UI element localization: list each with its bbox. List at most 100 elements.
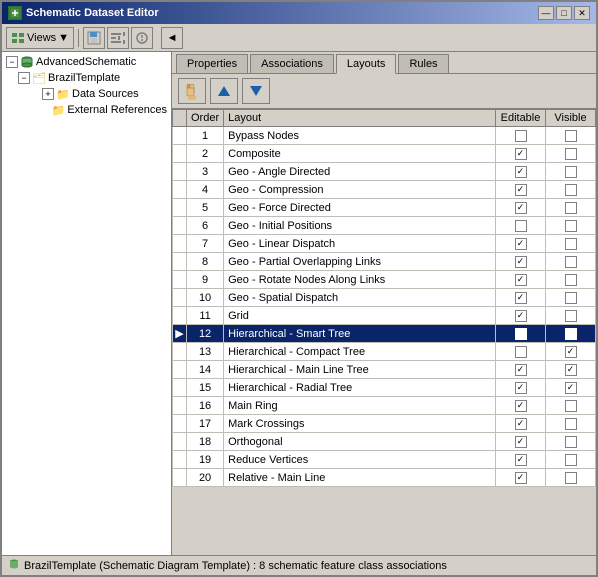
visible-checkbox[interactable] — [565, 202, 577, 214]
row-visible-cell[interactable] — [546, 415, 596, 433]
row-visible-cell[interactable] — [546, 145, 596, 163]
visible-checkbox[interactable] — [565, 274, 577, 286]
tab-rules[interactable]: Rules — [398, 54, 448, 73]
visible-checkbox[interactable] — [565, 238, 577, 250]
row-editable-cell[interactable] — [496, 343, 546, 361]
row-editable-cell[interactable] — [496, 415, 546, 433]
editable-checkbox[interactable] — [515, 310, 527, 322]
row-visible-cell[interactable] — [546, 217, 596, 235]
row-visible-cell[interactable] — [546, 163, 596, 181]
table-row[interactable]: 20Relative - Main Line — [173, 469, 596, 487]
table-row[interactable]: 16Main Ring — [173, 397, 596, 415]
row-editable-cell[interactable] — [496, 145, 546, 163]
row-visible-cell[interactable] — [546, 469, 596, 487]
row-visible-cell[interactable] — [546, 307, 596, 325]
layout-hand-button[interactable] — [178, 78, 206, 104]
row-editable-cell[interactable] — [496, 127, 546, 145]
row-visible-cell[interactable] — [546, 397, 596, 415]
close-button[interactable]: ✕ — [574, 6, 590, 20]
table-row[interactable]: 4Geo - Compression — [173, 181, 596, 199]
row-visible-cell[interactable] — [546, 235, 596, 253]
table-row[interactable]: 17Mark Crossings — [173, 415, 596, 433]
editable-checkbox[interactable] — [515, 220, 527, 232]
expand-root[interactable]: − — [6, 56, 18, 68]
visible-checkbox[interactable] — [565, 328, 577, 340]
table-row[interactable]: 1Bypass Nodes — [173, 127, 596, 145]
table-row[interactable]: 18Orthogonal — [173, 433, 596, 451]
row-visible-cell[interactable] — [546, 253, 596, 271]
table-row[interactable]: 7Geo - Linear Dispatch — [173, 235, 596, 253]
editable-checkbox[interactable] — [515, 328, 527, 340]
row-visible-cell[interactable] — [546, 289, 596, 307]
layout-table-container[interactable]: Order Layout Editable Visible 1Bypass No… — [172, 109, 596, 555]
editable-checkbox[interactable] — [515, 166, 527, 178]
table-row[interactable]: 19Reduce Vertices — [173, 451, 596, 469]
visible-checkbox[interactable] — [565, 184, 577, 196]
visible-checkbox[interactable] — [565, 382, 577, 394]
table-row[interactable]: 15Hierarchical - Radial Tree — [173, 379, 596, 397]
table-row[interactable]: 14Hierarchical - Main Line Tree — [173, 361, 596, 379]
row-editable-cell[interactable] — [496, 181, 546, 199]
row-visible-cell[interactable] — [546, 379, 596, 397]
row-editable-cell[interactable] — [496, 217, 546, 235]
editable-checkbox[interactable] — [515, 274, 527, 286]
editable-checkbox[interactable] — [515, 436, 527, 448]
editable-checkbox[interactable] — [515, 202, 527, 214]
table-row[interactable]: 10Geo - Spatial Dispatch — [173, 289, 596, 307]
row-visible-cell[interactable] — [546, 325, 596, 343]
sidebar-item-brazil[interactable]: − 🗂 BrazilTemplate — [16, 70, 169, 86]
editable-checkbox[interactable] — [515, 454, 527, 466]
visible-checkbox[interactable] — [565, 436, 577, 448]
visible-checkbox[interactable] — [565, 418, 577, 430]
row-editable-cell[interactable] — [496, 325, 546, 343]
row-visible-cell[interactable] — [546, 361, 596, 379]
visible-checkbox[interactable] — [565, 292, 577, 304]
visible-checkbox[interactable] — [565, 166, 577, 178]
row-visible-cell[interactable] — [546, 343, 596, 361]
arrow-btn-1[interactable]: ◄ — [161, 27, 183, 49]
row-editable-cell[interactable] — [496, 361, 546, 379]
editable-checkbox[interactable] — [515, 292, 527, 304]
tab-properties[interactable]: Properties — [176, 54, 248, 73]
extra-button[interactable] — [131, 27, 153, 49]
row-editable-cell[interactable] — [496, 451, 546, 469]
tab-layouts[interactable]: Layouts — [336, 54, 397, 74]
editable-checkbox[interactable] — [515, 184, 527, 196]
visible-checkbox[interactable] — [565, 148, 577, 160]
editable-checkbox[interactable] — [515, 382, 527, 394]
expand-brazil[interactable]: − — [18, 72, 30, 84]
editable-checkbox[interactable] — [515, 400, 527, 412]
editable-checkbox[interactable] — [515, 238, 527, 250]
table-row[interactable]: 11Grid — [173, 307, 596, 325]
visible-checkbox[interactable] — [565, 130, 577, 142]
table-row[interactable]: 13Hierarchical - Compact Tree — [173, 343, 596, 361]
editable-checkbox[interactable] — [515, 346, 527, 358]
visible-checkbox[interactable] — [565, 472, 577, 484]
editable-checkbox[interactable] — [515, 148, 527, 160]
editable-checkbox[interactable] — [515, 130, 527, 142]
save-button[interactable] — [83, 27, 105, 49]
row-editable-cell[interactable] — [496, 235, 546, 253]
visible-checkbox[interactable] — [565, 364, 577, 376]
table-row[interactable]: 8Geo - Partial Overlapping Links — [173, 253, 596, 271]
row-visible-cell[interactable] — [546, 451, 596, 469]
row-visible-cell[interactable] — [546, 271, 596, 289]
visible-checkbox[interactable] — [565, 220, 577, 232]
sidebar-item-extrefs[interactable]: 📁 External References — [40, 102, 169, 118]
table-row[interactable]: 6Geo - Initial Positions — [173, 217, 596, 235]
row-editable-cell[interactable] — [496, 307, 546, 325]
visible-checkbox[interactable] — [565, 400, 577, 412]
row-editable-cell[interactable] — [496, 253, 546, 271]
options-button[interactable] — [107, 27, 129, 49]
visible-checkbox[interactable] — [565, 454, 577, 466]
table-row[interactable]: 2Composite — [173, 145, 596, 163]
row-editable-cell[interactable] — [496, 379, 546, 397]
tab-associations[interactable]: Associations — [250, 54, 334, 73]
row-visible-cell[interactable] — [546, 181, 596, 199]
visible-checkbox[interactable] — [565, 346, 577, 358]
editable-checkbox[interactable] — [515, 364, 527, 376]
row-visible-cell[interactable] — [546, 433, 596, 451]
visible-checkbox[interactable] — [565, 256, 577, 268]
minimize-button[interactable]: — — [538, 6, 554, 20]
row-editable-cell[interactable] — [496, 469, 546, 487]
